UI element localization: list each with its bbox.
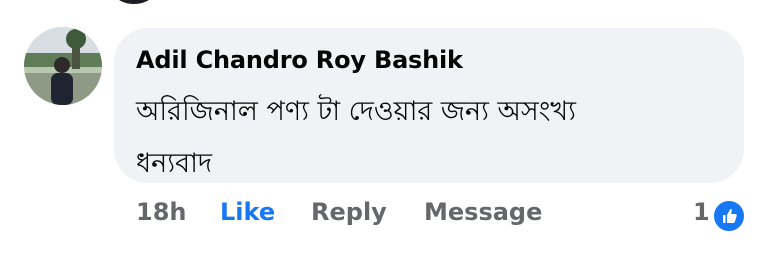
previous-comment-avatar-edge [112,0,156,4]
comment-text: অরিজিনাল পণ্য টা দেওয়ার জন্য অসংখ্য ধন্… [136,96,576,179]
thumbs-up-icon[interactable] [712,199,746,233]
reply-button[interactable]: Reply [311,198,387,226]
message-button[interactable]: Message [424,198,542,226]
comment-author-name[interactable]: Adil Chandro Roy Bashik [136,46,463,74]
like-button[interactable]: Like [220,198,275,226]
comment-timestamp[interactable]: 18h [136,198,186,226]
commenter-avatar[interactable] [24,27,102,105]
reaction-count[interactable]: 1 [693,198,710,226]
